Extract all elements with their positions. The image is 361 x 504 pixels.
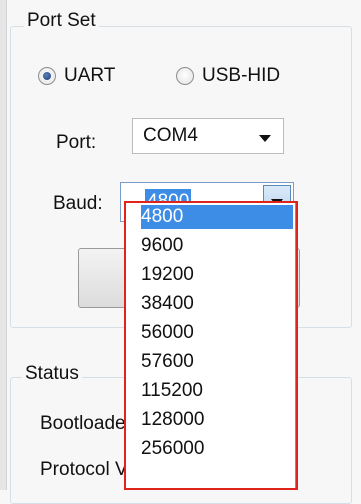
baud-option[interactable]: 56000 xyxy=(141,321,293,345)
uart-radio-label[interactable]: UART xyxy=(64,65,115,87)
baud-option[interactable]: 9600 xyxy=(141,234,293,258)
baud-label: Baud: xyxy=(53,193,103,214)
baud-option[interactable]: 57600 xyxy=(141,350,293,374)
port-label: Port: xyxy=(56,132,97,153)
baud-option[interactable]: 128000 xyxy=(141,408,293,432)
port-select[interactable]: COM4 xyxy=(132,118,284,154)
baud-option[interactable]: 38400 xyxy=(141,292,293,316)
port-set-title: Port Set xyxy=(24,10,99,32)
usb-hid-radio-label[interactable]: USB-HID xyxy=(202,65,280,87)
baud-options-list[interactable]: 4800 9600 19200 38400 56000 57600 115200… xyxy=(124,202,296,490)
baud-option[interactable]: 4800 xyxy=(141,205,293,229)
baud-option[interactable]: 256000 xyxy=(141,437,293,461)
status-title: Status xyxy=(22,363,82,385)
baud-option[interactable]: 19200 xyxy=(141,263,293,287)
window-edge xyxy=(0,0,7,490)
usb-hid-radio[interactable] xyxy=(176,67,194,85)
port-select-value: COM4 xyxy=(143,125,198,146)
uart-radio[interactable] xyxy=(38,67,56,85)
radio-selected-dot xyxy=(43,72,51,80)
protocol-version-label: Protocol V xyxy=(40,459,128,480)
baud-option[interactable]: 115200 xyxy=(141,379,293,403)
chevron-down-icon[interactable] xyxy=(259,135,271,142)
bootloader-version-label: Bootloade xyxy=(40,413,126,434)
